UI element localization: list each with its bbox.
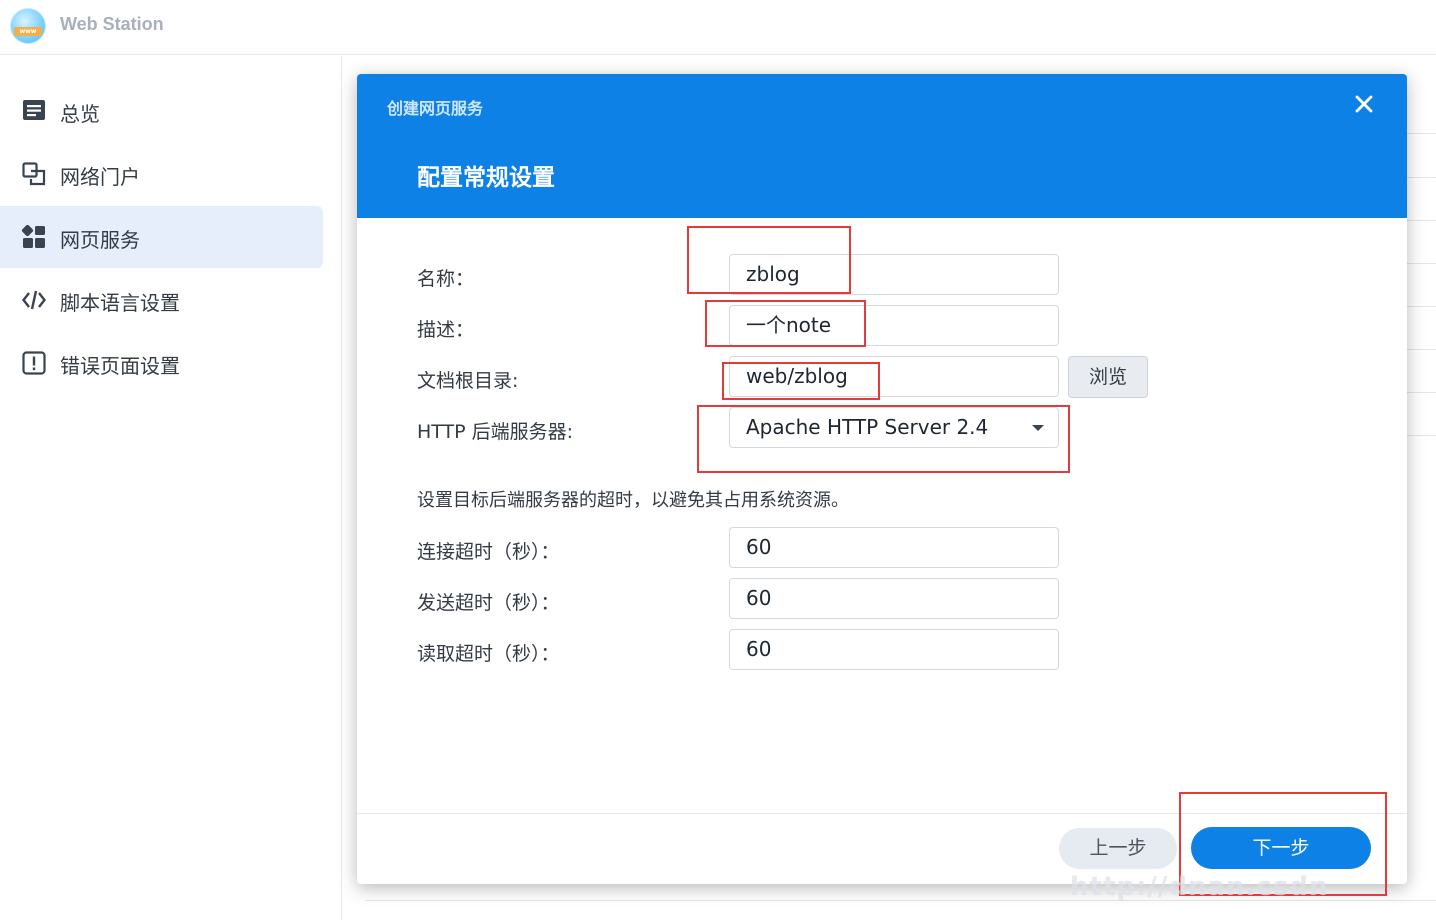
send-timeout-input[interactable]: 60: [729, 578, 1059, 619]
dialog-footer-divider: [357, 813, 1407, 814]
name-label: 名称：: [417, 268, 475, 290]
sidebar-item-label: 网络门户: [60, 165, 140, 189]
chevron-down-icon: [1032, 425, 1044, 431]
sidebar-item-error-page[interactable]: 错误页面设置: [0, 332, 323, 394]
description-label: 描述：: [417, 319, 475, 341]
description-input[interactable]: 一个note: [729, 305, 1059, 346]
sidebar-item-web-service[interactable]: 网页服务: [0, 206, 323, 268]
create-web-service-dialog: 创建网页服务 配置常规设置 名称： zblog 描述： 一个note 文档根目录…: [357, 74, 1407, 884]
connect-timeout-input[interactable]: 60: [729, 527, 1059, 568]
connect-timeout-label: 连接超时（秒）：: [417, 541, 560, 563]
sidebar-item-portal[interactable]: 网络门户: [0, 143, 323, 205]
close-icon[interactable]: [1350, 90, 1378, 118]
backend-select-value: Apache HTTP Server 2.4: [746, 415, 989, 439]
overview-icon: [23, 100, 45, 120]
read-timeout-label: 读取超时（秒）：: [417, 643, 560, 665]
error-icon: [22, 351, 46, 375]
next-step-button[interactable]: 下一步: [1191, 827, 1371, 869]
sidebar: 总览 网络门户 网页服务 脚本语言设置 错误页面设置: [0, 56, 342, 920]
code-icon: [22, 290, 46, 310]
dialog-heading: 配置常规设置: [417, 165, 555, 191]
timeout-info-text: 设置目标后端服务器的超时，以避免其占用系统资源。: [417, 490, 849, 511]
dialog-header: 创建网页服务 配置常规设置: [357, 74, 1407, 218]
dialog-caption: 创建网页服务: [387, 99, 484, 118]
backend-select[interactable]: Apache HTTP Server 2.4: [729, 407, 1059, 448]
web-station-logo-icon: www: [10, 8, 46, 44]
doc-root-label: 文档根目录:: [417, 370, 519, 392]
sidebar-item-script-language[interactable]: 脚本语言设置: [0, 269, 323, 331]
read-timeout-input[interactable]: 60: [729, 629, 1059, 670]
app-title: Web Station: [60, 14, 164, 34]
web-service-icon: [22, 225, 45, 248]
sidebar-item-overview[interactable]: 总览: [0, 80, 323, 142]
sidebar-item-label: 错误页面设置: [60, 354, 180, 378]
doc-root-input[interactable]: web/zblog: [729, 356, 1059, 397]
watermark-text: http://dnan.csdn: [1070, 872, 1329, 902]
name-input[interactable]: zblog: [729, 254, 1059, 295]
browse-button[interactable]: 浏览: [1068, 356, 1148, 398]
title-bar: www Web Station: [0, 0, 1436, 55]
backend-label: HTTP 后端服务器:: [417, 421, 574, 443]
previous-step-button[interactable]: 上一步: [1059, 828, 1177, 869]
send-timeout-label: 发送超时（秒）：: [417, 592, 560, 614]
portal-icon: [22, 162, 46, 186]
sidebar-item-label: 总览: [60, 102, 100, 126]
logo-www-text: www: [14, 27, 42, 36]
sidebar-item-label: 脚本语言设置: [60, 291, 180, 315]
sidebar-item-label: 网页服务: [60, 228, 140, 252]
